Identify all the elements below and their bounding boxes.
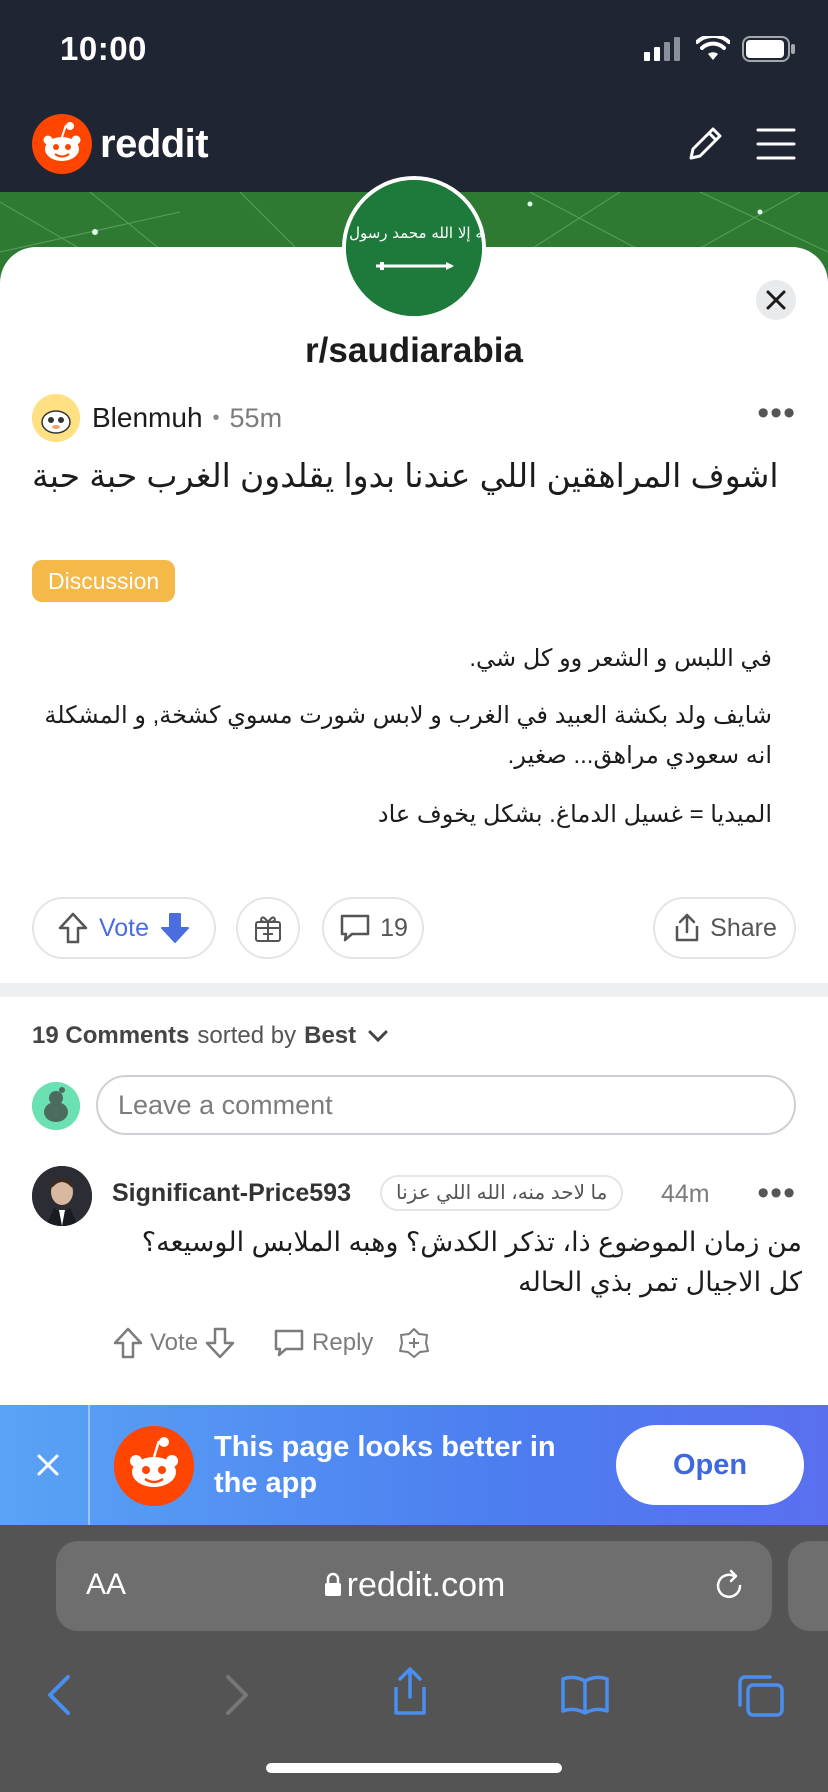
- post-body-paragraph: الميديا = غسيل الدماغ. بشكل يخوف عاد: [377, 801, 772, 828]
- comment-count: 19: [380, 913, 408, 942]
- comment-icon: [274, 1329, 304, 1357]
- menu-icon: [756, 128, 796, 160]
- snoo-avatar-icon: [32, 1082, 80, 1130]
- open-in-app-banner: This page looks better in the app Open: [0, 1405, 828, 1525]
- next-tab-peek[interactable]: [788, 1541, 828, 1631]
- post-more-options-icon[interactable]: •••: [757, 394, 796, 433]
- dismiss-banner-button[interactable]: [28, 1445, 68, 1485]
- forward-icon[interactable]: [222, 1673, 252, 1717]
- url-text: reddit.com: [346, 1566, 506, 1604]
- status-icons: [644, 36, 796, 62]
- browser-toolbar: AA reddit.com: [0, 1525, 828, 1792]
- comment-author[interactable]: Significant-Price593: [112, 1179, 351, 1208]
- author-avatar[interactable]: [32, 394, 80, 442]
- subreddit-avatar[interactable]: لا إله إلا الله محمد رسول الله: [342, 176, 486, 320]
- upvote-icon[interactable]: [112, 1326, 144, 1360]
- gift-icon: [255, 916, 281, 942]
- create-post-button[interactable]: [683, 122, 727, 166]
- open-app-button[interactable]: Open: [616, 1425, 804, 1505]
- snoo-avatar-icon: [32, 394, 80, 442]
- current-user-avatar: [32, 1082, 80, 1130]
- comment-award-button[interactable]: [397, 1326, 431, 1360]
- section-divider: [0, 983, 828, 997]
- share-sheet-icon[interactable]: [388, 1665, 432, 1717]
- comment-vote: Vote: [112, 1326, 236, 1360]
- sort-value: Best: [304, 1022, 357, 1049]
- menu-button[interactable]: [754, 122, 798, 166]
- close-icon: [766, 290, 786, 310]
- post-title[interactable]: اشوف المراهقين اللي عندنا بدوا يقلدون ال…: [32, 456, 792, 496]
- home-indicator: [266, 1763, 562, 1773]
- upvote-icon[interactable]: [57, 911, 89, 945]
- banner-separator: [88, 1405, 90, 1525]
- award-button[interactable]: [236, 897, 300, 959]
- battery-icon: [742, 36, 795, 62]
- vote-bar: Vote: [32, 897, 216, 959]
- tabs-icon[interactable]: [736, 1673, 786, 1719]
- post-author-row: Blenmuh • 55m: [32, 394, 282, 442]
- user-photo-avatar: [32, 1166, 92, 1226]
- banner-message: This page looks better in the app: [214, 1431, 556, 1499]
- reddit-snoo-icon: [32, 114, 92, 174]
- post-flair[interactable]: Discussion: [32, 560, 176, 602]
- saudi-flag-icon: لا إله إلا الله محمد رسول الله: [346, 180, 482, 316]
- subreddit-name[interactable]: r/saudiarabia: [0, 331, 828, 371]
- comment-author-flair: ما لاحد منه، الله اللي عزنا: [380, 1175, 624, 1211]
- pencil-icon: [689, 127, 722, 160]
- downvote-icon[interactable]: [204, 1326, 236, 1360]
- award-icon: [399, 1328, 430, 1358]
- share-icon: [675, 913, 699, 942]
- comment-input[interactable]: Leave a comment: [96, 1075, 796, 1135]
- close-button[interactable]: [756, 280, 796, 320]
- separator-dot: •: [212, 406, 220, 429]
- share-button[interactable]: Share: [653, 897, 796, 959]
- reddit-wordmark: reddit: [100, 121, 209, 166]
- post-author[interactable]: Blenmuh: [92, 402, 203, 434]
- close-icon: [37, 1454, 59, 1476]
- status-time: 10:00: [60, 30, 147, 67]
- wifi-icon: [696, 36, 730, 60]
- comment-more-options-icon[interactable]: •••: [757, 1174, 796, 1213]
- status-bar: 10:00: [0, 0, 828, 96]
- post-body-paragraph: في اللبس و الشعر وو كل شي.: [469, 645, 772, 672]
- commenter-avatar[interactable]: [32, 1166, 92, 1226]
- post-body-paragraph: شايف ولد بكشة العبيد في الغرب و لابس شور…: [44, 702, 772, 769]
- comment-actions: Vote Reply: [112, 1326, 431, 1360]
- bookmarks-icon[interactable]: [560, 1673, 610, 1717]
- cellular-signal-icon: [644, 37, 680, 61]
- comment-sort-row[interactable]: 19 Comments sorted by Best: [32, 1022, 388, 1050]
- back-icon[interactable]: [44, 1673, 74, 1717]
- chevron-down-icon: [368, 1030, 388, 1043]
- reload-icon[interactable]: [712, 1568, 746, 1604]
- vote-label: Vote: [98, 913, 150, 942]
- reddit-app-logo: [114, 1426, 194, 1506]
- comment-icon: [340, 914, 370, 942]
- comments-count-label: 19 Comments: [32, 1022, 190, 1049]
- sorted-by-label: sorted by: [197, 1022, 297, 1049]
- post-age: 55m: [229, 402, 283, 433]
- reddit-snoo-icon: [114, 1426, 194, 1506]
- downvote-icon[interactable]: [159, 911, 191, 945]
- reply-label: Reply: [312, 1329, 374, 1356]
- comment-text: من زمان الموضوع ذا، تذكر الكدش؟ وهبه الم…: [141, 1227, 802, 1297]
- share-label: Share: [710, 913, 777, 942]
- comments-button[interactable]: 19: [322, 897, 424, 959]
- reply-button[interactable]: Reply: [272, 1327, 373, 1359]
- flag-shahada: لا إله إلا الله محمد رسول الله: [346, 224, 482, 242]
- address-bar[interactable]: AA reddit.com: [56, 1541, 772, 1631]
- comment-age: 44m: [661, 1180, 710, 1208]
- reddit-logo[interactable]: reddit: [32, 114, 209, 174]
- lock-icon: [324, 1572, 341, 1596]
- url-display: reddit.com: [56, 1566, 772, 1605]
- comment-vote-label: Vote: [150, 1329, 199, 1356]
